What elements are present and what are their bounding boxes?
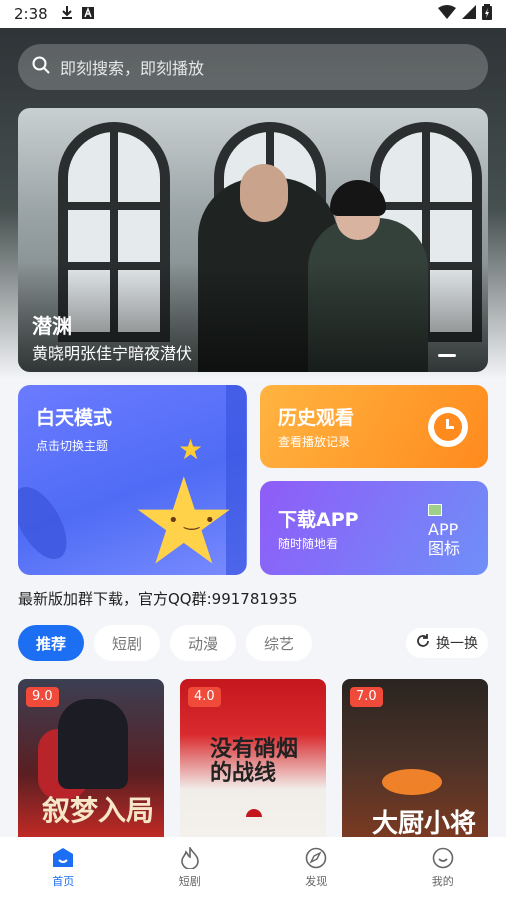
nav-profile-label: 我的 xyxy=(431,875,454,888)
app-icon-alt-text: APP图标 xyxy=(428,520,461,558)
leaf-decoration xyxy=(18,478,78,568)
history-title: 历史观看 xyxy=(278,407,355,429)
history-subtitle: 查看播放记录 xyxy=(278,435,351,449)
poster-card[interactable]: 7.0 大厨小将 xyxy=(342,679,488,837)
nav-discover-label: 发现 xyxy=(305,875,328,888)
hero-banner[interactable]: 潜渊 黄晓明张佳宁暗夜潜伏 xyxy=(18,108,488,372)
search-bar[interactable]: 即刻搜索，即刻播放 xyxy=(18,44,488,90)
nav-short-drama-label: 短剧 xyxy=(178,875,201,888)
nav-home[interactable]: 首页 xyxy=(23,847,103,889)
banner-page-indicator xyxy=(438,354,456,357)
tab-short-drama[interactable]: 短剧 xyxy=(94,625,161,661)
download-app-card[interactable]: 下载APP 随时随地看 APP图标 xyxy=(260,481,488,575)
tab-anime[interactable]: 动漫 xyxy=(170,625,237,661)
banner-title: 潜渊 xyxy=(32,314,72,338)
battery-icon xyxy=(482,4,492,24)
nav-short-drama[interactable]: 短剧 xyxy=(150,847,230,889)
poster-figure xyxy=(58,699,128,789)
banner-subtitle: 黄晓明张佳宁暗夜潜伏 xyxy=(32,344,193,363)
clock-icon xyxy=(428,407,468,447)
download-title: 下载APP xyxy=(278,509,359,531)
status-bar: 2:38 xyxy=(0,0,506,28)
home-icon xyxy=(52,847,74,869)
nav-discover[interactable]: 发现 xyxy=(276,847,356,889)
tab-variety[interactable]: 综艺 xyxy=(246,625,313,661)
qq-group-notice: 最新版加群下载，官方QQ群:991781935 xyxy=(18,590,298,608)
day-mode-subtitle: 点击切换主题 xyxy=(36,439,109,453)
nav-home-label: 首页 xyxy=(52,875,75,888)
flame-icon xyxy=(179,847,201,869)
score-badge: 7.0 xyxy=(350,687,383,707)
tab-recommend[interactable]: 推荐 xyxy=(18,625,85,661)
refresh-label: 换一换 xyxy=(436,636,478,652)
poster-fire xyxy=(382,769,442,795)
day-mode-card[interactable]: 白天模式 点击切换主题 ★ ★ • ‿ • xyxy=(18,385,247,575)
refresh-icon xyxy=(416,634,430,652)
score-badge: 9.0 xyxy=(26,687,59,707)
score-badge: 4.0 xyxy=(188,687,221,707)
compass-icon xyxy=(305,847,327,869)
download-subtitle: 随时随地看 xyxy=(278,537,339,551)
accessibility-icon xyxy=(81,5,94,23)
search-placeholder: 即刻搜索，即刻播放 xyxy=(60,59,205,78)
download-icon xyxy=(60,5,74,23)
poster-title: 大厨小将 xyxy=(372,809,477,837)
signal-icon xyxy=(462,5,476,23)
category-tabs: 推荐 短剧 动漫 综艺 xyxy=(18,625,313,661)
wifi-icon xyxy=(438,5,456,23)
poster-title: 没有硝烟的战线 xyxy=(210,736,299,786)
broken-image-icon xyxy=(428,504,442,516)
poster-card[interactable]: 9.0 叙梦入局 xyxy=(18,679,164,837)
day-mode-title: 白天模式 xyxy=(36,407,113,429)
nav-profile[interactable]: 我的 xyxy=(403,847,483,889)
status-time: 2:38 xyxy=(14,5,48,23)
app-icon-image: APP图标 xyxy=(428,501,468,558)
poster-card[interactable]: 4.0 没有硝烟的战线 xyxy=(180,679,326,837)
banner-figure-man-head xyxy=(240,164,288,222)
history-card[interactable]: 历史观看 查看播放记录 xyxy=(260,385,488,468)
star-face: • ‿ • xyxy=(168,510,216,531)
search-icon xyxy=(32,56,50,78)
poster-title: 叙梦入局 xyxy=(42,794,155,827)
smile-icon xyxy=(432,847,454,869)
bottom-navigation: 首页 短剧 发现 我的 xyxy=(0,837,506,899)
refresh-button[interactable]: 换一换 xyxy=(406,628,488,658)
umbrella-icon xyxy=(246,809,262,817)
